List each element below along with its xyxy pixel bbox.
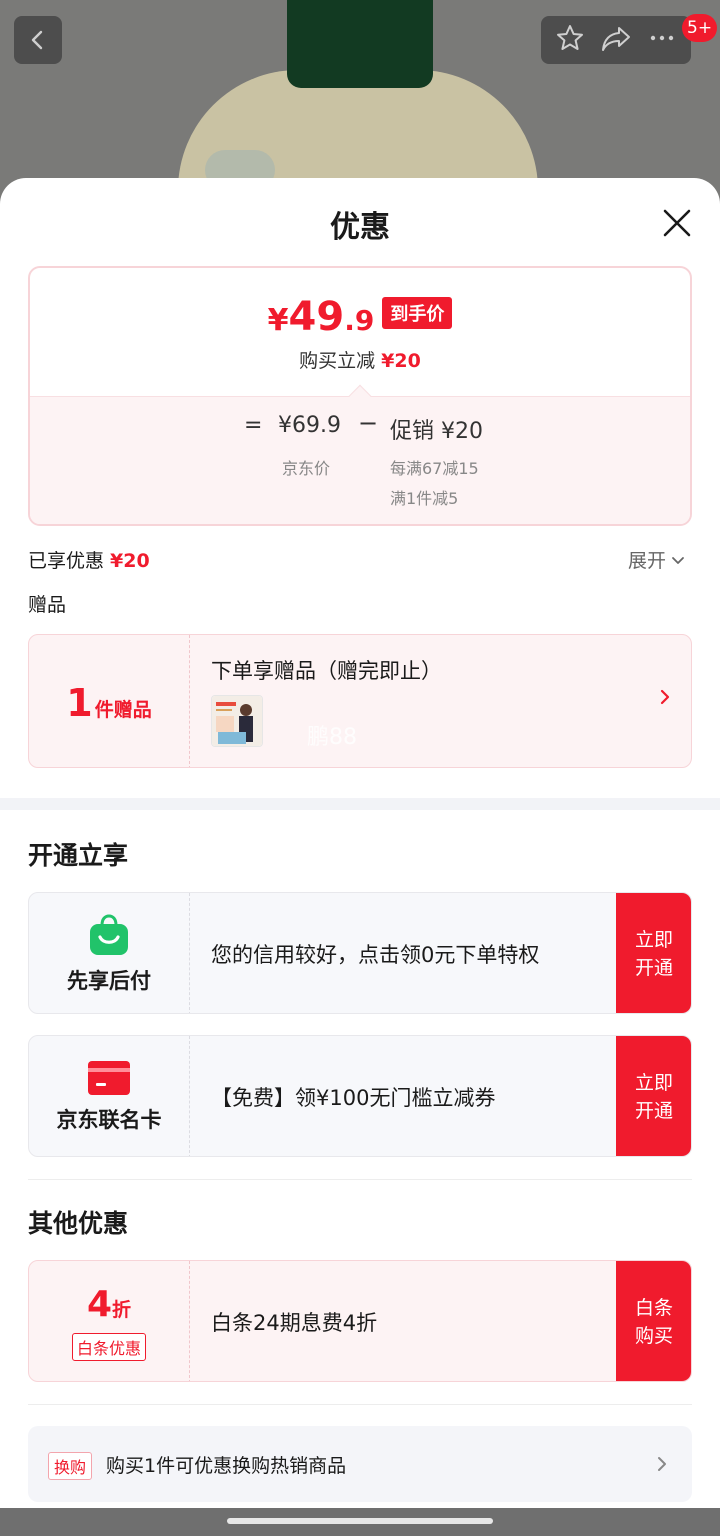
shopping-bag-icon	[90, 914, 128, 955]
enjoyed-discount: 已享优惠 ¥20	[28, 546, 150, 573]
pay-later-left: 先享后付	[29, 893, 190, 1013]
expand-label: 展开	[628, 550, 667, 572]
jd-price-value: ¥69.9	[278, 413, 341, 438]
star-icon	[556, 25, 583, 50]
gift-watermark: 鹏88	[307, 725, 357, 750]
co-branded-activate-button[interactable]: 立即开通	[616, 1036, 691, 1156]
discount-number: 4	[86, 1283, 113, 1325]
section-divider	[0, 798, 720, 810]
pay-later-activate-button[interactable]: 立即开通	[616, 893, 691, 1013]
chevron-down-icon	[672, 556, 684, 564]
co-branded-left: 京东联名卡	[29, 1036, 190, 1156]
gift-thumbnail[interactable]	[211, 695, 263, 747]
price-breakdown-box: ¥ 49 .9 到手价 购买立减 ¥20 = ¥69.9 − 促销 ¥20 京东价…	[28, 266, 692, 526]
pay-later-description: 您的信用较好，点击领0元下单特权	[211, 943, 540, 967]
divider-line	[28, 1179, 692, 1180]
currency-symbol: ¥	[267, 303, 289, 338]
chevron-right-icon	[658, 1457, 666, 1471]
gift-count-number: 1	[66, 681, 93, 725]
final-price-tag: 到手价	[382, 297, 453, 329]
baitiao-description: 白条24期息费4折	[211, 1311, 378, 1335]
discount-sheet: 优惠 ¥ 49 .9 到手价 购买立减 ¥20 = ¥69.9 − 促销 ¥20 …	[0, 178, 720, 1508]
product-bottle-cap	[287, 0, 433, 88]
discount-unit: 折	[112, 1298, 132, 1321]
discount-amount: 4 折	[87, 1284, 131, 1325]
co-branded-description: 【免费】领¥100无门槛立减券	[211, 1086, 496, 1110]
message-count-badge: 5+	[682, 14, 718, 42]
baitiao-card[interactable]: 4 折 白条优惠 白条24期息费4折 白条购买	[28, 1260, 692, 1382]
chevron-right-icon	[660, 689, 670, 705]
final-price-decimal: .9	[344, 304, 375, 337]
co-branded-card[interactable]: 京东联名卡 【免费】领¥100无门槛立减券 立即开通	[28, 1035, 692, 1157]
co-branded-label: 京东联名卡	[56, 1108, 162, 1132]
more-button[interactable]	[647, 23, 677, 57]
gift-product-image-icon	[212, 696, 262, 746]
reduction-value: ¥20	[381, 350, 421, 372]
price-calculation: = ¥69.9 − 促销 ¥20 京东价 每满67减15 满1件减5	[30, 396, 690, 524]
gift-count: 1 件赠品	[29, 635, 190, 767]
gift-section-label: 赠品	[28, 594, 67, 616]
gift-count-unit: 件赠品	[94, 699, 152, 721]
baitiao-tag: 白条优惠	[71, 1332, 146, 1361]
jd-price-label: 京东价	[282, 459, 331, 478]
final-price-row: ¥ 49 .9 到手价	[30, 294, 690, 340]
reduction-label: 购买立减	[299, 350, 376, 372]
back-button[interactable]	[14, 16, 62, 64]
final-price-integer: 49	[288, 294, 345, 340]
close-button[interactable]	[660, 206, 694, 240]
more-dots-icon	[651, 35, 674, 41]
minus-sign: −	[358, 409, 379, 437]
top-action-bar	[541, 16, 691, 64]
promotion-rule-1: 每满67减15	[390, 459, 479, 478]
baitiao-left: 4 折 白条优惠	[29, 1261, 190, 1381]
promotion-value: 促销 ¥20	[390, 419, 483, 444]
exchange-tag: 换购	[48, 1452, 93, 1480]
credit-card-icon	[88, 1061, 130, 1095]
gift-card[interactable]: 1 件赠品 下单享赠品（赠完即止） 鹏88	[28, 634, 692, 768]
enjoyed-value: ¥20	[110, 550, 150, 572]
exchange-row[interactable]: 换购 购买1件可优惠换购热销商品	[28, 1426, 692, 1502]
sheet-title: 优惠	[330, 210, 390, 245]
pay-later-label: 先享后付	[67, 969, 151, 993]
exchange-text: 购买1件可优惠换购热销商品	[106, 1455, 347, 1477]
close-icon	[663, 209, 691, 237]
promotion-rule-2: 满1件减5	[390, 489, 459, 508]
gift-description: 下单享赠品（赠完即止）	[211, 659, 442, 683]
final-price-area: ¥ 49 .9 到手价 购买立减 ¥20	[30, 268, 690, 396]
baitiao-buy-button[interactable]: 白条购买	[616, 1261, 691, 1381]
share-icon	[601, 27, 630, 51]
divider-line	[28, 1404, 692, 1405]
share-button[interactable]	[600, 23, 632, 57]
equals-sign: =	[244, 413, 263, 438]
activate-section-title: 开通立享	[28, 841, 129, 870]
home-indicator[interactable]	[227, 1518, 493, 1524]
expand-button[interactable]: 展开	[628, 546, 686, 573]
exchange-arrow	[654, 1454, 670, 1478]
enjoyed-label: 已享优惠	[28, 550, 105, 572]
other-section-title: 其他优惠	[28, 1209, 129, 1238]
instant-reduction-line: 购买立减 ¥20	[30, 346, 690, 373]
favorite-star-button[interactable]	[555, 23, 585, 57]
pay-later-card[interactable]: 先享后付 您的信用较好，点击领0元下单特权 立即开通	[28, 892, 692, 1014]
gift-arrow	[657, 687, 673, 711]
chevron-left-icon	[31, 30, 43, 50]
